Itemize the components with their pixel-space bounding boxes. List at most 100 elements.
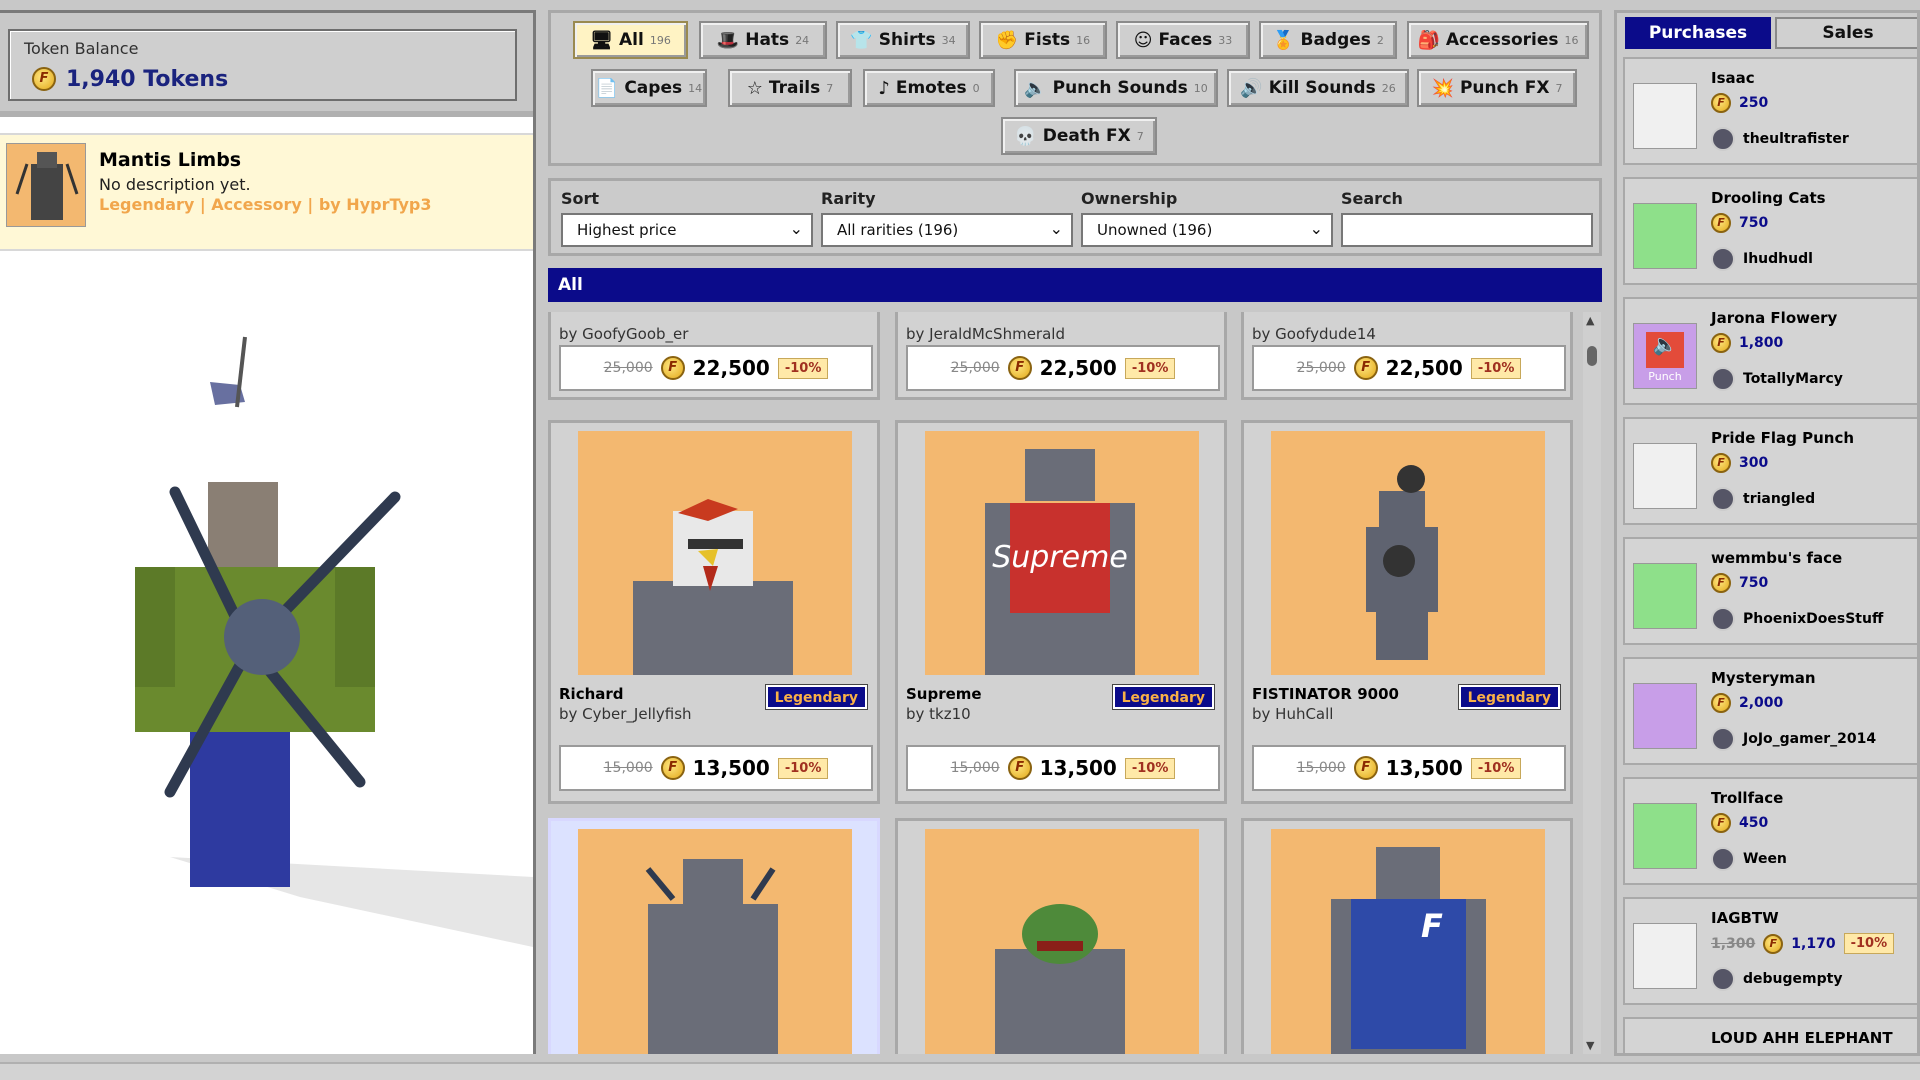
rarity-badge: Legendary bbox=[764, 684, 869, 710]
tab-kill-sounds[interactable]: 🔊 Kill Sounds 26 bbox=[1227, 69, 1409, 107]
purchase-name: Mysteryman bbox=[1711, 669, 1816, 687]
tab-hats[interactable]: 🎩 Hats 24 bbox=[699, 21, 827, 59]
ownership-select[interactable]: Unowned (196) ⌄ bbox=[1081, 213, 1333, 247]
tab-count: 16 bbox=[1564, 33, 1579, 47]
tab-accessories[interactable]: 🎒 Accessories 16 bbox=[1407, 21, 1589, 59]
tab-label: Faces bbox=[1158, 30, 1213, 50]
tab-emotes[interactable]: ♪ Emotes 0 bbox=[863, 69, 995, 107]
purchase-item[interactable]: Drooling Cats F 750 Ihudhudl bbox=[1623, 177, 1917, 285]
tab-capes[interactable]: 📄 Capes 14 bbox=[591, 69, 707, 107]
purchase-item[interactable]: wemmbu's face F 750 PhoenixDoesStuff bbox=[1623, 537, 1917, 645]
selected-item-info: Mantis Limbs No description yet. Legenda… bbox=[0, 133, 533, 251]
grid-scrollbar[interactable]: ▲ ▼ bbox=[1583, 312, 1601, 1054]
purchase-item[interactable]: 🔈 Punch Jarona Flowery F 1,800 TotallyMar… bbox=[1623, 297, 1917, 405]
selected-item-meta: Legendary | Accessory | by HyprTyp3 bbox=[99, 195, 432, 214]
scrollbar-thumb[interactable] bbox=[1587, 346, 1597, 366]
item-card[interactable] bbox=[895, 818, 1227, 1054]
purchase-name: Trollface bbox=[1711, 789, 1784, 807]
item-card[interactable]: by Goofydude14 25,000 F 22,500 -10% bbox=[1241, 312, 1573, 400]
purchase-item[interactable]: IAGBTW 1,300 F 1,170 -10% debugempty bbox=[1623, 897, 1917, 1005]
tab-trails[interactable]: ☆ Trails 7 bbox=[728, 69, 852, 107]
purchase-price: 1,300 F 1,170 -10% bbox=[1711, 933, 1895, 954]
avatar bbox=[1711, 487, 1735, 511]
rarity-badge: Legendary bbox=[1457, 684, 1562, 710]
search-input[interactable] bbox=[1341, 213, 1593, 247]
avatar bbox=[1711, 727, 1735, 751]
fist-icon: ✊ bbox=[995, 29, 1019, 51]
item-name: Supreme bbox=[906, 685, 982, 703]
tab-fists[interactable]: ✊ Fists 16 bbox=[979, 21, 1107, 59]
item-card-fistinator[interactable]: FISTINATOR 9000 by HuhCall Legendary 15,… bbox=[1241, 420, 1573, 804]
item-image bbox=[925, 829, 1199, 1054]
purchase-user: debugempty bbox=[1711, 967, 1842, 991]
tab-count: 16 bbox=[1076, 33, 1091, 47]
tab-death-fx[interactable]: 💀 Death FX 7 bbox=[1001, 117, 1157, 155]
rarity-select[interactable]: All rarities (196) ⌄ bbox=[821, 213, 1073, 247]
ownership-label: Ownership bbox=[1081, 189, 1178, 208]
item-card-selected[interactable] bbox=[548, 818, 880, 1054]
purchase-item[interactable]: Pride Flag Punch F 300 triangled bbox=[1623, 417, 1917, 525]
tab-label: Kill Sounds bbox=[1268, 78, 1376, 98]
tab-faces[interactable]: ☺ Faces 33 bbox=[1116, 21, 1250, 59]
purchase-username: theultrafister bbox=[1743, 131, 1849, 147]
item-card-supreme[interactable]: Supreme Supreme by tkz10 Legendary 15,00… bbox=[895, 420, 1227, 804]
purchase-thumbnail bbox=[1633, 923, 1697, 989]
old-price: 15,000 bbox=[950, 760, 1000, 776]
tab-shirts[interactable]: 👕 Shirts 34 bbox=[836, 21, 970, 59]
item-card-richard[interactable]: Richard by Cyber_Jellyfish Legendary 15,… bbox=[548, 420, 880, 804]
token-balance-value: 1,940 Tokens bbox=[66, 67, 229, 92]
scroll-up-icon[interactable]: ▲ bbox=[1586, 314, 1594, 327]
tab-punch-fx[interactable]: 💥 Punch FX 7 bbox=[1417, 69, 1577, 107]
purchase-price-value: 2,000 bbox=[1739, 695, 1784, 711]
token-coin-icon: F bbox=[1711, 213, 1731, 233]
item-card[interactable]: by JeraldMcShmerald 25,000 F 22,500 -10% bbox=[895, 312, 1227, 400]
discount-badge: -10% bbox=[1124, 757, 1176, 779]
tab-badges[interactable]: 🏅 Badges 2 bbox=[1259, 21, 1397, 59]
purchase-price-value: 300 bbox=[1739, 455, 1769, 471]
chevron-down-icon: ⌄ bbox=[1049, 219, 1063, 238]
purchase-username: TotallyMarcy bbox=[1743, 371, 1843, 387]
purchase-price-value: 1,170 bbox=[1791, 935, 1836, 952]
category-tabs: 🖥 All 196 🎩 Hats 24 👕 Shirts 34 ✊ Fists … bbox=[548, 10, 1602, 166]
token-coin-icon: F bbox=[1353, 756, 1378, 780]
purchase-item[interactable]: Trollface F 450 Ween bbox=[1623, 777, 1917, 885]
sort-label: Sort bbox=[561, 189, 600, 208]
item-card[interactable]: by GoofyGoob_er 25,000 F 22,500 -10% bbox=[548, 312, 880, 400]
item-name: Richard bbox=[559, 685, 624, 703]
token-coin-icon: F bbox=[1711, 333, 1731, 353]
purchase-thumbnail bbox=[1633, 83, 1697, 149]
tab-label: Capes bbox=[624, 78, 683, 98]
purchase-user: Ween bbox=[1711, 847, 1787, 871]
tab-label: Trails bbox=[768, 78, 821, 98]
sort-select[interactable]: Highest price ⌄ bbox=[561, 213, 813, 247]
tab-count: 10 bbox=[1193, 81, 1208, 95]
token-coin-icon: F bbox=[660, 756, 685, 780]
selected-item-name: Mantis Limbs bbox=[99, 149, 242, 171]
item-card[interactable]: F bbox=[1241, 818, 1573, 1054]
tab-all[interactable]: 🖥 All 196 bbox=[573, 21, 688, 59]
purchase-name: Drooling Cats bbox=[1711, 189, 1826, 207]
rarity-value: All rarities (196) bbox=[837, 221, 959, 239]
tab-label: Fists bbox=[1024, 30, 1071, 50]
purchase-price-value: 750 bbox=[1739, 575, 1769, 591]
shirt-icon: 👕 bbox=[850, 29, 873, 51]
token-coin-icon: F bbox=[1711, 573, 1731, 593]
purchase-item[interactable]: Mysteryman F 2,000 JoJo_gamer_2014 bbox=[1623, 657, 1917, 765]
scroll-down-icon[interactable]: ▼ bbox=[1586, 1039, 1594, 1052]
avatar bbox=[1711, 367, 1735, 391]
tab-sales[interactable]: Sales bbox=[1775, 17, 1917, 49]
speaker-icon: 🔈 bbox=[1024, 77, 1047, 99]
purchase-username: Ween bbox=[1743, 851, 1787, 867]
discount-badge: -10% bbox=[777, 357, 829, 379]
rarity-label: Rarity bbox=[821, 189, 876, 208]
tab-punch-sounds[interactable]: 🔈 Punch Sounds 10 bbox=[1014, 69, 1218, 107]
tab-count: 2 bbox=[1376, 33, 1384, 47]
old-price: 25,000 bbox=[1296, 360, 1346, 376]
chevron-down-icon: ⌄ bbox=[1309, 219, 1323, 238]
old-price: 15,000 bbox=[1296, 760, 1346, 776]
current-price: 22,500 bbox=[692, 356, 770, 380]
tab-purchases[interactable]: Purchases bbox=[1625, 17, 1771, 49]
purchase-item[interactable]: Isaac F 250 theultrafister bbox=[1623, 57, 1917, 165]
purchase-item[interactable]: LOUD AHH ELEPHANT bbox=[1623, 1017, 1917, 1053]
character-preview[interactable] bbox=[0, 257, 533, 1054]
